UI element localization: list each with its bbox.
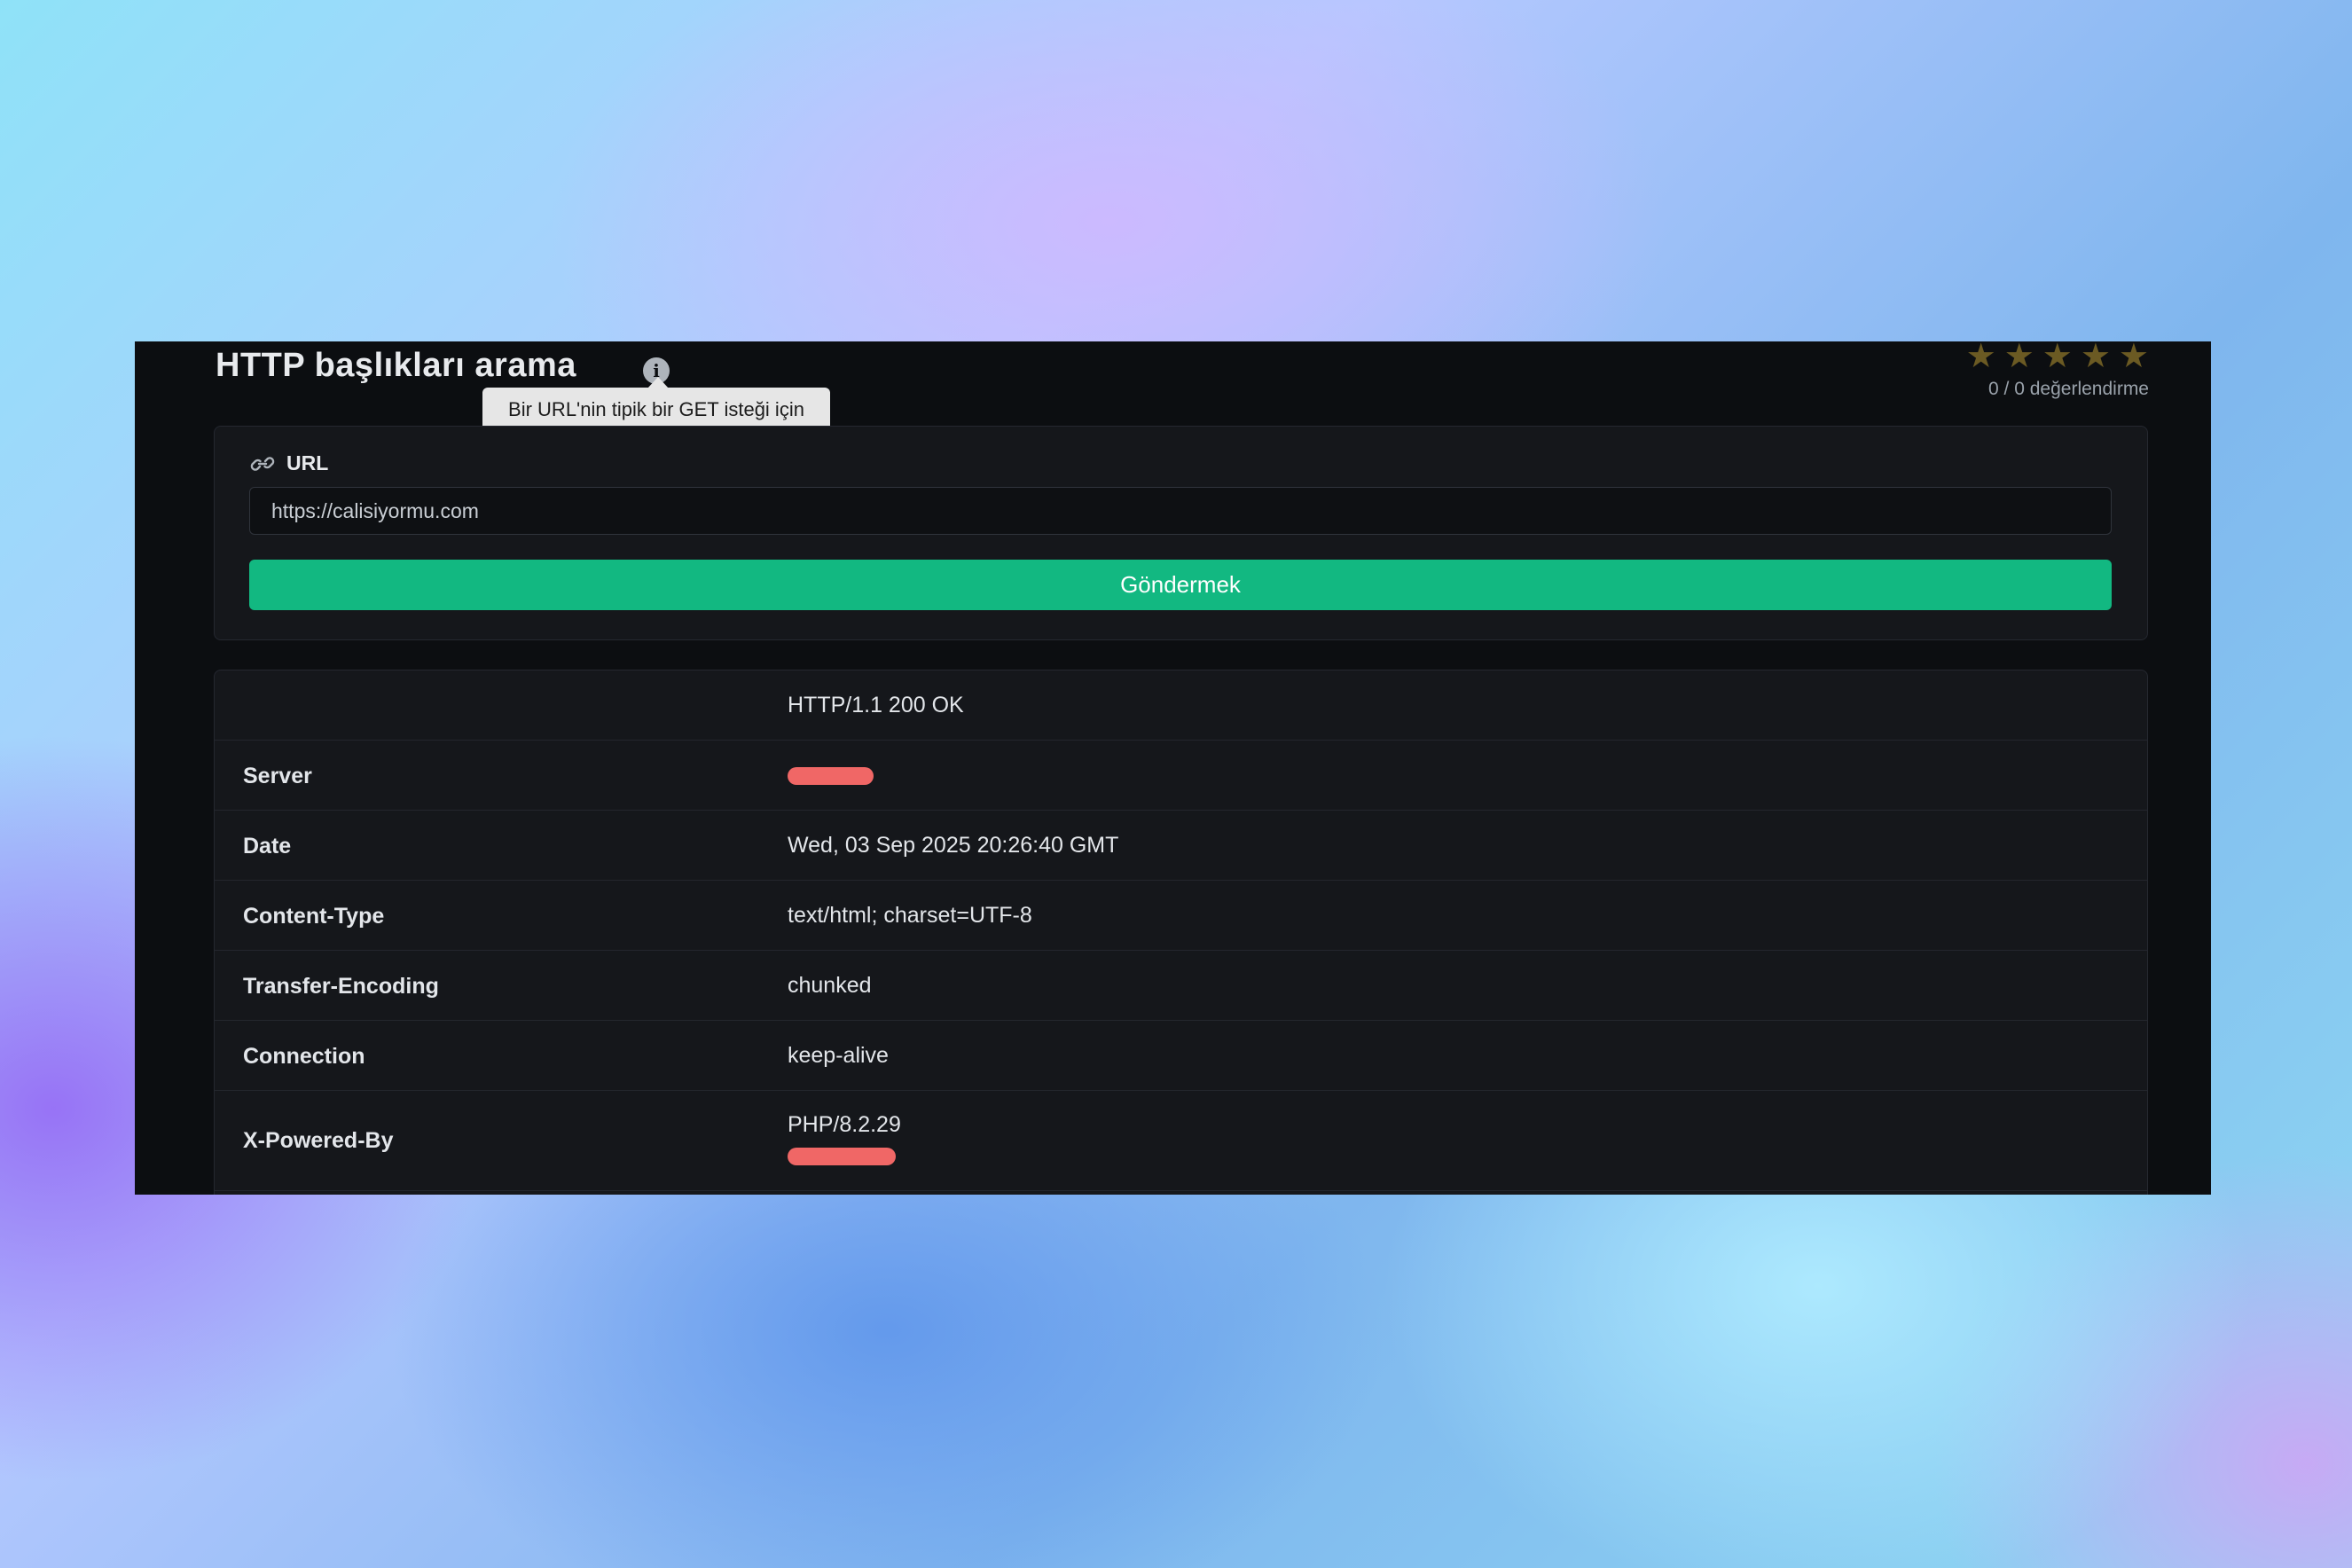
header-value: text/html; charset=UTF-8 — [788, 903, 1032, 928]
header-name: Transfer-Encoding — [243, 974, 439, 999]
header-name: Content-Type — [243, 904, 385, 929]
table-row: Connection keep-alive — [215, 1021, 2147, 1091]
table-row: Server — [215, 741, 2147, 811]
table-row: Date Wed, 03 Sep 2025 20:26:40 GMT — [215, 811, 2147, 881]
url-input[interactable] — [249, 487, 2112, 535]
rating-widget: ★ ★ ★ ★ ★ 0 / 0 değerlendirme — [1918, 341, 2149, 400]
header-name: Date — [243, 834, 292, 858]
header-name: X-Powered-By — [243, 1128, 394, 1153]
table-row: HTTP/1.1 200 OK — [215, 670, 2147, 741]
url-label-row: URL — [249, 451, 328, 475]
status-line: HTTP/1.1 200 OK — [788, 693, 964, 717]
star-icon[interactable]: ★ — [2042, 341, 2073, 375]
star-icon[interactable]: ★ — [1966, 341, 1996, 375]
link-icon — [250, 456, 275, 471]
redacted-value — [788, 1148, 896, 1165]
table-row: X-Powered-By PHP/8.2.29 — [215, 1091, 2147, 1191]
header-value: chunked — [788, 973, 872, 998]
url-form-card: URL Göndermek — [214, 426, 2148, 640]
table-row: Content-Type text/html; charset=UTF-8 — [215, 881, 2147, 951]
header-name: Server — [243, 764, 312, 788]
rating-count: 0 / 0 değerlendirme — [1988, 379, 2149, 399]
redacted-value — [788, 767, 874, 785]
headers-table: HTTP/1.1 200 OK Server Date Wed, 03 Sep … — [214, 670, 2148, 1195]
star-icon[interactable]: ★ — [2081, 341, 2111, 375]
submit-button[interactable]: Göndermek — [249, 560, 2112, 610]
header-value: keep-alive — [788, 1043, 889, 1068]
star-rating[interactable]: ★ ★ ★ ★ ★ — [1918, 341, 2149, 375]
header-name: Connection — [243, 1044, 365, 1069]
star-icon[interactable]: ★ — [2004, 341, 2034, 375]
table-row: Transfer-Encoding chunked — [215, 951, 2147, 1021]
app-window: HTTP başlıkları arama i Bir URL'nin tipi… — [135, 341, 2211, 1195]
page-title: HTTP başlıkları arama — [216, 347, 576, 384]
star-icon[interactable]: ★ — [2119, 341, 2149, 375]
header-value: PHP/8.2.29 — [788, 1112, 901, 1137]
header-value: Wed, 03 Sep 2025 20:26:40 GMT — [788, 833, 1119, 858]
url-label: URL — [286, 451, 329, 474]
